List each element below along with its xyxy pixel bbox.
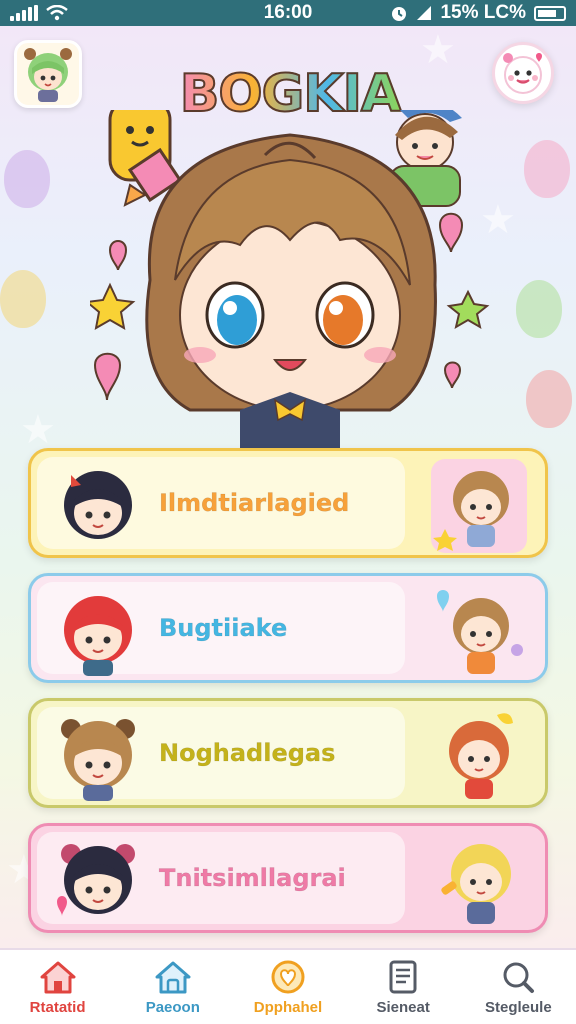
status-bar-left: [10, 5, 68, 21]
status-bar-right: 15% LC%: [390, 2, 566, 24]
heart-circle-icon: [271, 960, 305, 993]
background-balloon: [4, 150, 50, 208]
nav-label: Paeoon: [145, 998, 200, 1016]
menu-card[interactable]: Noghadlegas: [28, 698, 548, 808]
battery-icon: [534, 5, 566, 21]
bottom-navigation: Rtatatid Paeoon Dpphahel Sieneat Stegleu…: [0, 948, 576, 1024]
home-icon: [40, 961, 76, 993]
menu-card[interactable]: Bugtiiake: [28, 573, 548, 683]
character-avatar: [61, 719, 135, 801]
wifi-icon: [46, 5, 68, 21]
house-icon: [155, 961, 191, 993]
card-label: Tnitsimllagrai: [159, 864, 346, 893]
avatar: [24, 48, 72, 102]
nav-label: Stegleule: [485, 998, 552, 1016]
search-icon: [503, 962, 535, 993]
nav-item-stegleule[interactable]: Stegleule: [463, 959, 573, 1016]
character-sticker: [437, 590, 523, 674]
battery-text: 15% LC%: [440, 2, 526, 23]
character-avatar: [64, 596, 132, 676]
nav-label: Sieneat: [376, 998, 430, 1016]
character-sticker: [449, 713, 513, 799]
document-icon: [389, 960, 417, 993]
smiley-face-icon: [503, 53, 542, 94]
nav-item-paeoon[interactable]: Paeoon: [118, 959, 228, 1016]
background-balloon: [0, 270, 46, 328]
status-time: 16:00: [263, 2, 313, 23]
nav-item-home[interactable]: Rtatatid: [3, 959, 113, 1016]
character-avatar: [57, 844, 135, 916]
card-label: Noghadlegas: [159, 739, 336, 768]
character-avatar: [64, 471, 132, 539]
card-label: Ilmdtiarlagied: [159, 489, 350, 518]
nav-label: Rtatatid: [29, 998, 86, 1016]
signal-icon: [10, 5, 38, 21]
background-star: ★: [20, 407, 56, 453]
nav-label: Dpphahel: [253, 998, 323, 1016]
status-bar: 16:00 15% LC%: [0, 0, 576, 26]
background-balloon: [516, 280, 562, 338]
alarm-icon: [392, 7, 407, 21]
character-sticker: [441, 844, 511, 924]
nav-item-dpphahel[interactable]: Dpphahel: [233, 959, 343, 1016]
character-sticker: [431, 459, 527, 553]
menu-card[interactable]: Ilmdtiarlagied: [28, 448, 548, 558]
profile-avatar-button[interactable]: [14, 40, 82, 108]
nav-item-sieneat[interactable]: Sieneat: [348, 959, 458, 1016]
menu-card[interactable]: Tnitsimllagrai: [28, 823, 548, 933]
card-label: Bugtiiake: [159, 614, 288, 643]
hero-character-illustration: [90, 110, 490, 450]
background-balloon: [524, 140, 570, 198]
background-balloon: [526, 370, 572, 428]
mascot-button[interactable]: [492, 42, 554, 104]
cell-signal-icon: [417, 6, 432, 20]
